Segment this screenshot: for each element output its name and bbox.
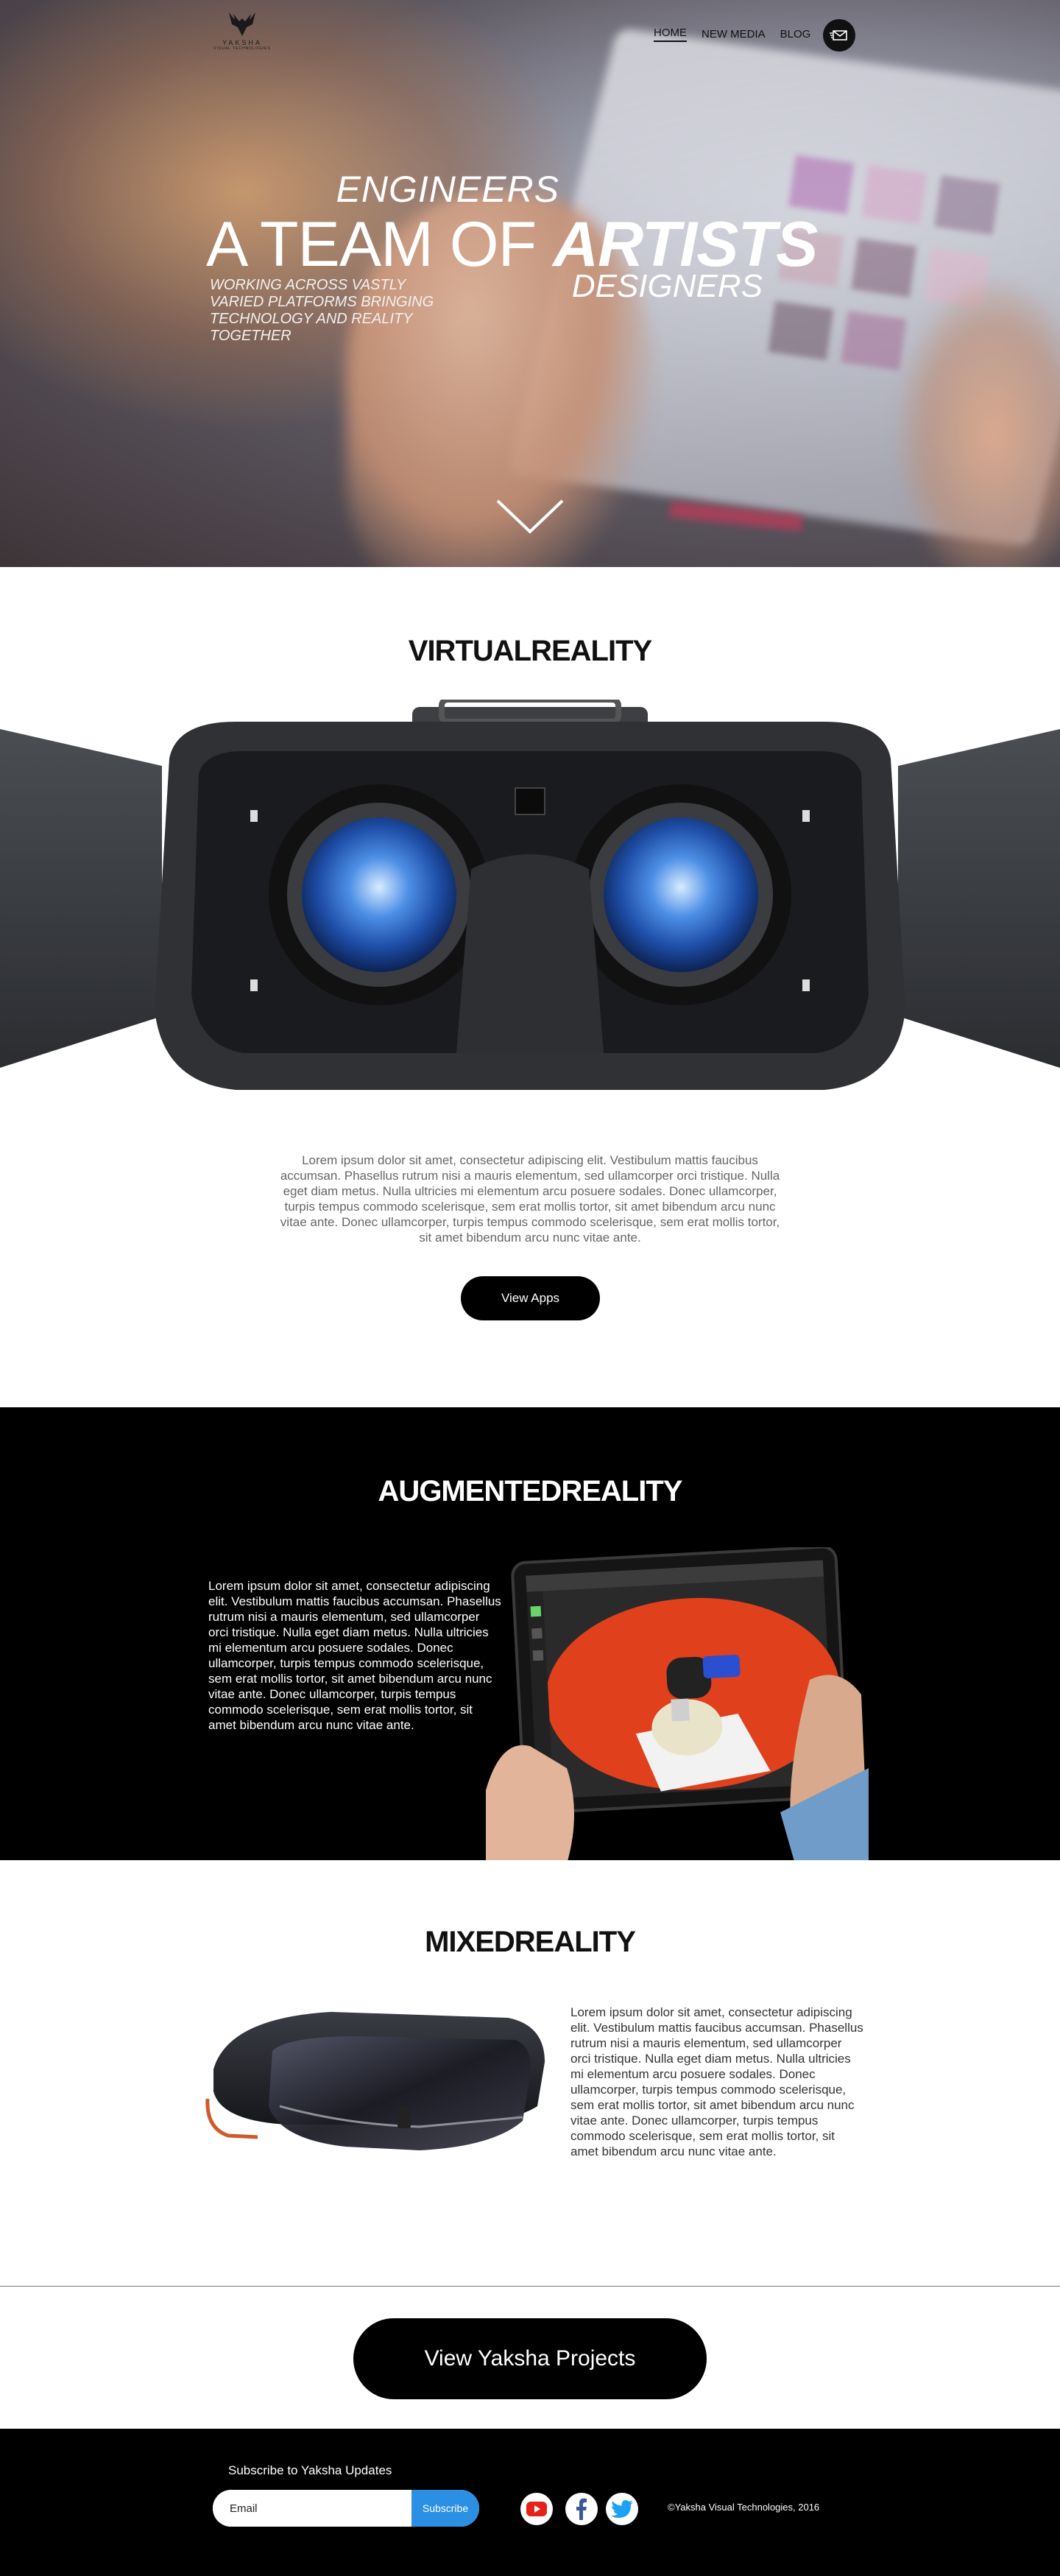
subscribe-label: Subscribe to Yaksha Updates — [228, 2463, 392, 2477]
mr-body-text: Lorem ipsum dolor sit amet, consectetur … — [570, 2005, 863, 2158]
vr-title: VIRTUALREALITY — [0, 635, 1060, 668]
logo-tagline: VISUAL TECHNOLOGIES — [213, 46, 271, 51]
scroll-down-chevron-icon[interactable] — [495, 498, 565, 536]
facebook-link[interactable] — [565, 2493, 598, 2525]
hero-subtitle: WORKING ACROSS VASTLY VARIED PLATFORMS B… — [210, 277, 434, 344]
mr-title-light: MIXED — [425, 1926, 515, 1958]
hero-engineers: ENGINEERS — [336, 169, 559, 210]
vr-title-light: VIRTUAL — [408, 635, 531, 667]
main-nav: HOME NEW MEDIA BLOG — [654, 27, 825, 42]
youtube-link[interactable] — [520, 2493, 553, 2525]
email-field[interactable] — [213, 2490, 411, 2527]
hero-section: YAKSHA VISUAL TECHNOLOGIES HOME NEW MEDI… — [0, 0, 1060, 567]
logo-text: YAKSHA — [222, 39, 262, 46]
facebook-icon — [576, 2498, 587, 2520]
hero-headline-prefix: A TEAM OF — [206, 209, 554, 280]
mr-title: MIXEDREALITY — [0, 1926, 1060, 1959]
footer: Subscribe to Yaksha Updates Subscribe ©Y… — [0, 2429, 1060, 2576]
mr-title-bold: REALITY — [514, 1926, 636, 1958]
ar-body-text: Lorem ipsum dolor sit amet, consectetur … — [208, 1579, 501, 1732]
nav-home[interactable]: HOME — [654, 27, 687, 42]
ar-tablet-image — [486, 1547, 869, 1860]
view-projects-button[interactable]: View Yaksha Projects — [353, 2318, 707, 2399]
mr-headset-image — [205, 2012, 545, 2150]
youtube-icon — [526, 2502, 547, 2516]
subscribe-form: Subscribe — [213, 2490, 479, 2527]
section-divider — [0, 2286, 1060, 2287]
ar-title-light: AUGMENTED — [378, 1475, 562, 1507]
twitter-icon — [611, 2500, 633, 2518]
vr-title-bold: REALITY — [531, 635, 652, 667]
subscribe-button[interactable]: Subscribe — [411, 2490, 479, 2527]
twitter-link[interactable] — [606, 2493, 638, 2525]
ar-section: AUGMENTEDREALITY Lorem ipsum dolor sit a… — [0, 1407, 1060, 1860]
logo[interactable]: YAKSHA VISUAL TECHNOLOGIES — [208, 11, 276, 61]
hero-designers: DESIGNERS — [571, 268, 763, 304]
nav-blog[interactable]: BLOG — [780, 28, 811, 41]
nav-new-media[interactable]: NEW MEDIA — [702, 28, 766, 41]
view-apps-button[interactable]: View Apps — [461, 1276, 600, 1320]
vr-body-text: Lorem ipsum dolor sit amet, consectetur … — [280, 1153, 780, 1245]
vr-headset-image — [0, 700, 1060, 1090]
ar-title: AUGMENTEDREALITY — [0, 1475, 1060, 1508]
mail-icon — [830, 30, 847, 41]
mail-button[interactable] — [823, 19, 855, 52]
yaksha-logo-icon — [229, 13, 255, 36]
ar-title-bold: REALITY — [561, 1475, 682, 1507]
copyright-text: ©Yaksha Visual Technologies, 2016 — [668, 2502, 820, 2513]
